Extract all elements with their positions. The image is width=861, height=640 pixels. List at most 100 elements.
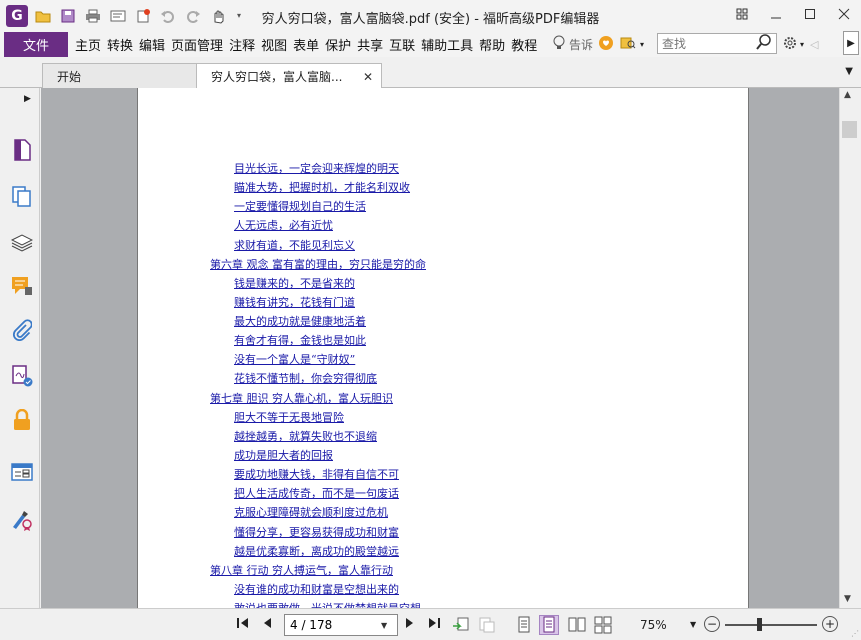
ribbon-scroll-left-icon[interactable]: ◁ — [810, 38, 818, 51]
zoom-slider-thumb[interactable] — [757, 618, 762, 631]
undo-icon[interactable] — [158, 6, 178, 26]
lock-icon[interactable] — [10, 408, 34, 432]
toc-section-link[interactable]: 目光长远，一定会迎来辉煌的明天 — [234, 160, 399, 176]
certificate-icon[interactable] — [10, 508, 34, 532]
page-number-field[interactable]: ▼ — [284, 614, 398, 636]
menu-comment[interactable]: 注释 — [226, 35, 258, 54]
maximize-button[interactable] — [793, 0, 827, 28]
save-icon[interactable] — [58, 6, 78, 26]
toc-section-link[interactable]: 花钱不懂节制，你会穷得彻底 — [234, 370, 377, 386]
find-options-dropdown-icon[interactable]: ▾ — [640, 40, 644, 49]
first-page-icon[interactable] — [236, 616, 250, 634]
customize-dropdown-icon[interactable]: ▾ — [233, 6, 245, 26]
copy-pages-icon[interactable] — [10, 184, 34, 208]
menu-page-management[interactable]: 页面管理 — [168, 35, 226, 54]
menu-share[interactable]: 共享 — [354, 35, 386, 54]
find-options-icon[interactable] — [620, 35, 640, 54]
menu-protect[interactable]: 保护 — [322, 35, 354, 54]
tab-close-icon[interactable]: ✕ — [363, 70, 373, 84]
tell-me-label[interactable]: 告诉 — [569, 36, 593, 53]
zoom-level[interactable]: 75% — [640, 618, 667, 632]
next-page-icon[interactable] — [404, 616, 416, 634]
properties-icon[interactable] — [108, 6, 128, 26]
layers-icon[interactable] — [10, 230, 34, 254]
settings-gear-icon[interactable] — [782, 35, 798, 54]
menu-edit[interactable]: 编辑 — [136, 35, 168, 54]
scroll-down-arrow-icon[interactable]: ▼ — [844, 594, 851, 604]
continuous-view-icon[interactable] — [539, 615, 559, 635]
menu-view[interactable]: 视图 — [258, 35, 290, 54]
toc-section-link[interactable]: 钱是赚来的，不是省来的 — [234, 275, 355, 291]
toc-section-link[interactable]: 胆大不等于无畏地冒险 — [234, 409, 344, 425]
resize-grip-icon[interactable]: ⋰ — [851, 629, 859, 638]
toc-chapter-link[interactable]: 第八章 行动 穷人搏运气，富人靠行动 — [210, 562, 393, 578]
print-icon[interactable] — [83, 6, 103, 26]
toc-section-link[interactable]: 懂得分享，更容易获得成功和财富 — [234, 524, 399, 540]
settings-dropdown-icon[interactable]: ▾ — [800, 40, 804, 49]
form-fields-icon[interactable] — [10, 460, 34, 484]
scrollbar-thumb[interactable] — [842, 121, 857, 138]
minimize-button[interactable] — [759, 0, 793, 28]
page-number-input[interactable] — [285, 615, 381, 635]
feedback-icon[interactable] — [598, 35, 614, 54]
toc-section-link[interactable]: 求财有道，不能见利忘义 — [234, 237, 355, 253]
ribbon-scroll-right-icon[interactable]: ▶ — [843, 31, 859, 55]
menu-home[interactable]: 主页 — [72, 35, 104, 54]
previous-view-icon[interactable] — [451, 615, 471, 635]
toc-section-link[interactable]: 一定要懂得规划自己的生活 — [234, 198, 366, 214]
last-page-icon[interactable] — [428, 616, 442, 634]
toc-section-link[interactable]: 要成功地赚大钱，非得有自信不可 — [234, 466, 399, 482]
toc-section-link[interactable]: 成功是胆大者的回报 — [234, 447, 333, 463]
attachments-icon[interactable] — [10, 318, 34, 342]
previous-page-icon[interactable] — [261, 616, 273, 634]
search-input[interactable] — [658, 34, 756, 53]
continuous-facing-view-icon[interactable] — [593, 615, 613, 635]
menu-convert[interactable]: 转换 — [104, 35, 136, 54]
toc-section-link[interactable]: 赚钱有讲究，花钱有门道 — [234, 294, 355, 310]
toc-section-link[interactable]: 没有谁的成功和财富是空想出来的 — [234, 581, 399, 597]
expand-panel-icon[interactable]: ▶ — [24, 94, 31, 104]
toc-chapter-link[interactable]: 第六章 观念 富有富的理由，穷只能是穷的命 — [210, 256, 426, 272]
zoom-out-icon[interactable]: − — [704, 616, 720, 632]
lightbulb-icon[interactable] — [552, 35, 566, 54]
toc-section-link[interactable]: 越挫越勇，就算失败也不退缩 — [234, 428, 377, 444]
single-page-view-icon[interactable] — [514, 615, 534, 635]
redo-icon[interactable] — [183, 6, 203, 26]
facing-view-icon[interactable] — [567, 615, 587, 635]
zoom-in-icon[interactable]: + — [822, 616, 838, 632]
toc-section-link[interactable]: 瞄准大势，把握时机，才能名利双收 — [234, 179, 410, 195]
close-button[interactable] — [827, 0, 861, 28]
signature-icon[interactable] — [10, 364, 34, 388]
search-icon[interactable] — [756, 34, 772, 53]
search-box[interactable] — [657, 33, 777, 54]
hand-tool-icon[interactable] — [208, 6, 228, 26]
page-thumbnail-icon[interactable] — [10, 138, 34, 162]
tab-list-dropdown-icon[interactable]: ▼ — [845, 66, 853, 77]
toc-section-link[interactable]: 敢说也要敢做，光说不做梦想就是空想 — [234, 600, 421, 608]
menu-form[interactable]: 表单 — [290, 35, 322, 54]
open-folder-icon[interactable] — [33, 6, 53, 26]
next-view-icon[interactable] — [477, 615, 497, 635]
zoom-dropdown-icon[interactable]: ▼ — [690, 620, 696, 629]
ribbon-options-icon[interactable] — [725, 0, 759, 28]
toc-section-link[interactable]: 没有一个富人是“守财奴” — [234, 351, 355, 367]
tab-document[interactable]: 穷人穷口袋，富人富脑... ✕ — [196, 63, 382, 89]
toc-section-link[interactable]: 克服心理障碍就会顺利度过危机 — [234, 504, 388, 520]
file-menu-button[interactable]: 文件 — [4, 31, 68, 57]
tab-start[interactable]: 开始 — [42, 63, 198, 88]
menu-tutorial[interactable]: 教程 — [508, 35, 540, 54]
scroll-up-arrow-icon[interactable]: ▲ — [844, 90, 851, 100]
menu-connect[interactable]: 互联 — [386, 35, 418, 54]
zoom-slider[interactable] — [725, 624, 817, 626]
vertical-scrollbar[interactable]: ▲ ▼ — [839, 88, 858, 608]
toc-section-link[interactable]: 越是优柔寡断，离成功的殿堂越远 — [234, 543, 399, 559]
toc-section-link[interactable]: 人无远虑，必有近忧 — [234, 217, 333, 233]
comments-icon[interactable] — [10, 274, 34, 298]
menu-accessibility[interactable]: 辅助工具 — [418, 35, 476, 54]
toc-section-link[interactable]: 把人生活成传奇，而不是一句废话 — [234, 485, 399, 501]
page-dropdown-icon[interactable]: ▼ — [381, 621, 387, 630]
menu-help[interactable]: 帮助 — [476, 35, 508, 54]
toc-section-link[interactable]: 最大的成功就是健康地活着 — [234, 313, 366, 329]
toc-section-link[interactable]: 有舍才有得，金钱也是如此 — [234, 332, 366, 348]
new-document-icon[interactable] — [133, 6, 153, 26]
